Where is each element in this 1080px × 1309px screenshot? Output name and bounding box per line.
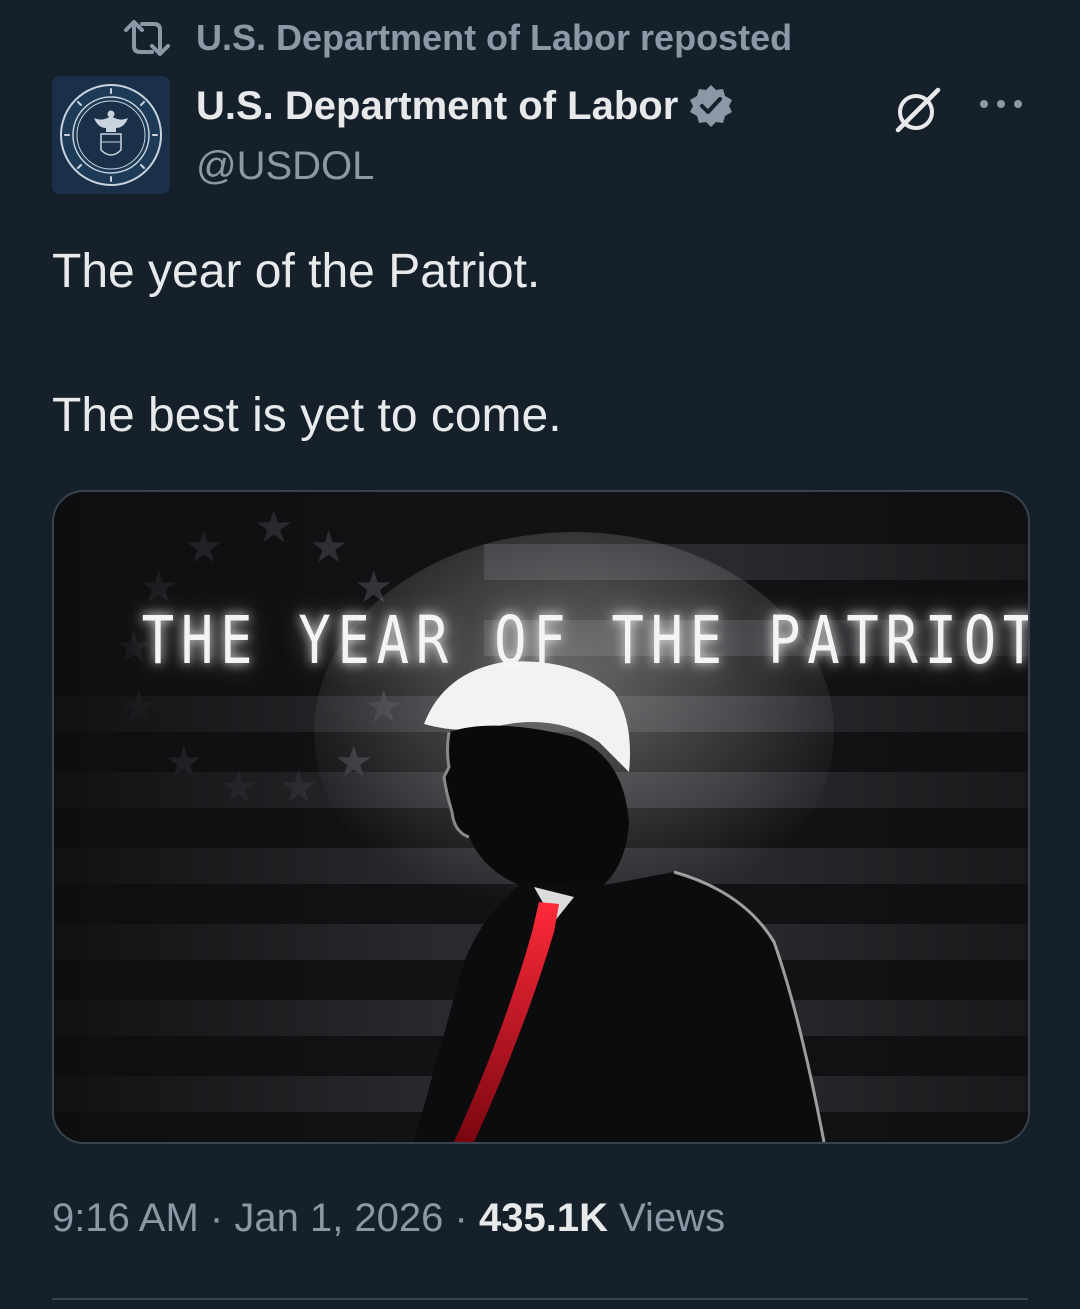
author-avatar[interactable]: [52, 76, 170, 194]
views-label: Views: [619, 1196, 726, 1240]
author-handle[interactable]: @USDOL: [196, 144, 734, 189]
post-time[interactable]: 9:16 AM: [52, 1196, 199, 1240]
post-meta: 9:16 AM · Jan 1, 2026 · 435.1K Views: [52, 1196, 725, 1241]
views-count[interactable]: 435.1K: [479, 1196, 608, 1240]
author-info[interactable]: U.S. Department of Labor @USDOL: [196, 80, 734, 189]
post-date[interactable]: Jan 1, 2026: [234, 1196, 443, 1240]
post-text-line-2: The best is yet to come.: [52, 389, 562, 442]
repost-label: U.S. Department of Labor reposted: [196, 17, 793, 58]
verified-badge-icon: [690, 85, 733, 127]
post-media-image[interactable]: ★ ★ ★ ★ ★ ★ ★ ★ ★ ★ ★ ★: [52, 490, 1030, 1144]
repost-icon: [124, 20, 170, 56]
meta-separator: ·: [454, 1196, 468, 1240]
department-seal-icon: [60, 84, 162, 186]
grok-icon[interactable]: [892, 84, 944, 136]
media-artwork: ★ ★ ★ ★ ★ ★ ★ ★ ★ ★ ★ ★: [54, 492, 1028, 1142]
post-text-line-1: The year of the Patriot.: [52, 245, 541, 298]
more-options-icon[interactable]: [976, 92, 1026, 116]
author-name[interactable]: U.S. Department of Labor: [196, 84, 678, 129]
divider: [52, 1298, 1028, 1300]
meta-separator: ·: [209, 1196, 224, 1240]
repost-header[interactable]: U.S. Department of Labor reposted: [120, 16, 792, 60]
media-title-text: THE YEAR OF THE PATRIOT: [141, 602, 1030, 679]
